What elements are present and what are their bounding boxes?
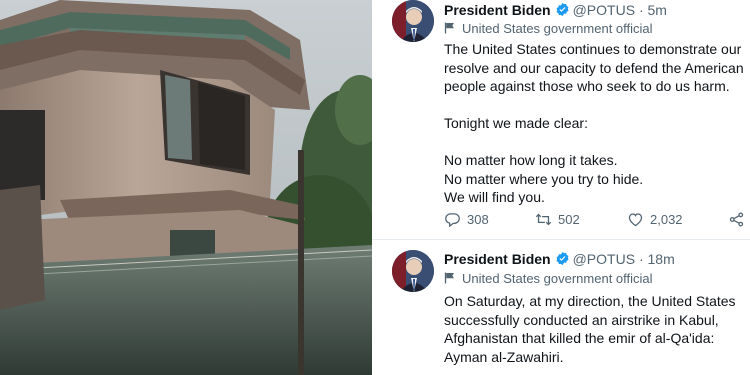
government-label-text: United States government official [462,21,653,36]
tweet-line: Ayman al-Zawahiri. [444,348,564,365]
verified-badge-icon [555,2,570,17]
tweet-text: The United States continues to demonstra… [444,40,744,207]
tweet-card[interactable]: President Biden @POTUS · 5m United States… [372,0,750,240]
share-button[interactable] [728,210,750,230]
separator-dot: · [638,251,644,267]
avatar-icon [392,250,434,292]
author-name[interactable]: President Biden [444,2,551,18]
tweet-line-break [444,133,740,152]
like-count: 2,032 [650,212,683,227]
tweet-time[interactable]: 18m [648,251,675,267]
tweet-line: The United States continues to demonstra… [444,41,742,57]
author-name[interactable]: President Biden [444,251,551,267]
tweet-header: President Biden @POTUS · 5m [444,0,667,20]
like-button[interactable]: 2,032 [627,210,683,230]
tweet-line: resolve and our capacity to defend the A… [444,59,744,76]
tweet-line: successfully conducted an airstrike in K… [444,311,719,328]
government-label-text: United States government official [462,271,653,286]
tweet-time[interactable]: 5m [648,2,667,18]
tweet-line: On Saturday, at my direction, the United… [444,293,736,309]
flag-icon [444,22,454,34]
tweet-stack: President Biden @POTUS · 5m United States… [372,0,750,375]
reply-count: 308 [467,212,489,227]
retweet-icon [535,213,552,226]
verified-badge-icon [555,251,570,266]
tweet-line: No matter where you try to hide. [444,170,644,187]
retweet-count: 502 [558,212,580,227]
building-image [0,0,372,375]
share-icon [729,212,744,227]
tweet-line: Tonight we made clear: [444,115,588,131]
tweet-line: No matter how long it takes. [444,152,618,168]
tweet-header: President Biden @POTUS · 18m [444,249,675,269]
separator-dot: · [638,2,644,18]
tweet-actions: 308 502 2,032 [444,210,744,230]
like-icon [628,213,643,227]
tweet-line: We will find you. [444,189,545,205]
avatar-icon [392,0,434,42]
damaged-building-photo [0,0,372,375]
tweet-text: On Saturday, at my direction, the United… [444,292,740,366]
government-label: United States government official [444,20,653,38]
retweet-button[interactable]: 502 [535,210,580,230]
avatar[interactable] [392,0,434,42]
tweet-card[interactable]: President Biden @POTUS · 18m United State… [372,240,750,375]
tweet-line-break [444,96,740,115]
author-handle[interactable]: @POTUS [573,251,635,267]
tweet-line: Afghanistan that killed the emir of al-Q… [444,330,715,346]
reply-icon [445,213,460,228]
tweet-line: people against those who seek to do us h… [444,78,730,94]
reply-button[interactable]: 308 [444,210,489,230]
author-handle[interactable]: @POTUS [573,2,635,18]
avatar[interactable] [392,250,434,292]
flag-icon [444,272,454,284]
government-label: United States government official [444,270,653,288]
